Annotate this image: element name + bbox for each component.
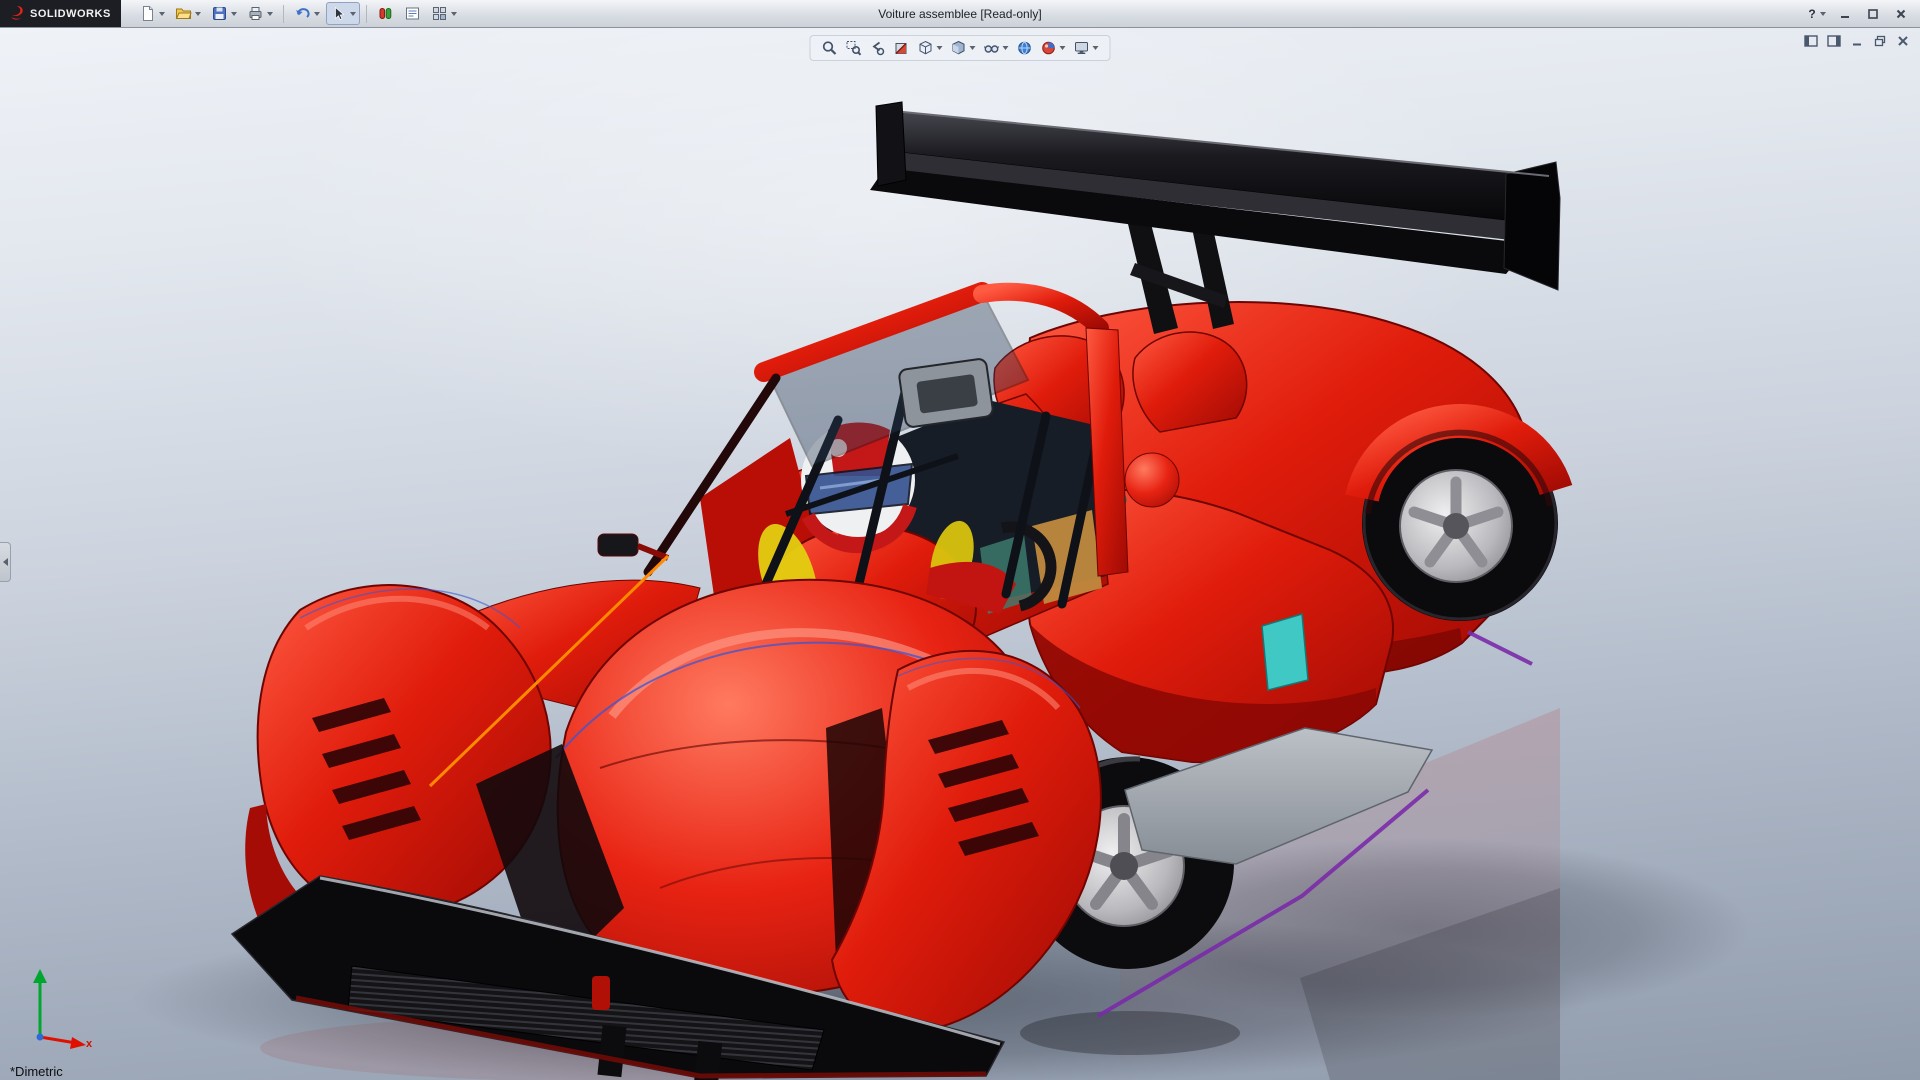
panel-right-button[interactable] bbox=[1825, 33, 1843, 49]
save-icon bbox=[212, 7, 226, 20]
dropdown-caret bbox=[158, 11, 165, 16]
maximize-button[interactable] bbox=[1862, 5, 1884, 23]
open-icon bbox=[175, 8, 192, 19]
print-button[interactable] bbox=[243, 2, 277, 25]
new-document-icon bbox=[142, 6, 153, 21]
print-icon bbox=[249, 7, 262, 20]
save-button[interactable] bbox=[207, 2, 241, 25]
close-button[interactable] bbox=[1890, 5, 1912, 23]
dropdown-caret bbox=[936, 46, 943, 50]
window-title: Voiture assemblee [Read-only] bbox=[878, 6, 1042, 21]
graphics-area[interactable]: x *Dimetric bbox=[0, 28, 1920, 1080]
select-tool-button[interactable] bbox=[325, 2, 360, 25]
previous-view-button[interactable] bbox=[868, 38, 888, 58]
window-controls: ? bbox=[1806, 5, 1920, 23]
close-icon bbox=[1896, 9, 1906, 18]
ds-logo-icon bbox=[11, 6, 23, 20]
zoom-to-area-button[interactable] bbox=[844, 38, 864, 58]
zoom-to-area-icon bbox=[846, 41, 862, 56]
headsup-view-toolbar bbox=[809, 35, 1111, 61]
apply-scene-icon bbox=[1018, 41, 1031, 55]
dropdown-caret bbox=[313, 11, 320, 16]
hide-show-items-icon bbox=[983, 45, 1000, 53]
triad-x-axis-label: x bbox=[86, 1038, 93, 1050]
view-orientation-button[interactable] bbox=[916, 38, 945, 58]
close-icon bbox=[1898, 36, 1908, 46]
panel-right-icon bbox=[1827, 35, 1841, 47]
dropdown-caret bbox=[969, 46, 976, 50]
minimize-icon bbox=[1841, 15, 1849, 18]
maximize-icon bbox=[1868, 8, 1878, 19]
toolbar-separator bbox=[365, 4, 367, 23]
dropdown-caret bbox=[230, 11, 237, 16]
dropdown-caret bbox=[1819, 11, 1826, 16]
dropdown-caret bbox=[1092, 46, 1099, 50]
open-button[interactable] bbox=[171, 2, 205, 25]
previous-view-icon bbox=[872, 41, 885, 56]
doc-close-button[interactable] bbox=[1894, 33, 1912, 49]
doc-minimize-button[interactable] bbox=[1848, 33, 1866, 49]
options-button[interactable] bbox=[427, 2, 461, 25]
brand-text: SOLIDWORKS bbox=[30, 7, 111, 20]
dropdown-caret bbox=[194, 11, 201, 16]
display-style-button[interactable] bbox=[949, 38, 978, 58]
main-toolbar bbox=[135, 2, 461, 25]
solidworks-window: SOLIDWORKS Voiture assemblee [Read-only]… bbox=[0, 0, 1920, 1080]
view-orientation-icon bbox=[919, 40, 932, 55]
section-view-button[interactable] bbox=[892, 38, 912, 58]
edit-color-button[interactable] bbox=[373, 2, 398, 25]
zoom-to-fit-icon bbox=[822, 41, 837, 55]
dropdown-caret bbox=[1002, 46, 1009, 50]
undo-icon bbox=[295, 8, 310, 18]
section-view-icon bbox=[895, 43, 907, 54]
panel-left-button[interactable] bbox=[1802, 33, 1820, 49]
view-settings-icon bbox=[1075, 42, 1088, 54]
minimize-icon bbox=[1853, 43, 1861, 46]
minimize-button[interactable] bbox=[1834, 5, 1856, 23]
edit-color-icon bbox=[379, 8, 392, 19]
zoom-to-fit-button[interactable] bbox=[820, 38, 840, 58]
dropdown-caret bbox=[450, 11, 457, 16]
panel-left-icon bbox=[1804, 35, 1818, 47]
new-document-button[interactable] bbox=[135, 2, 169, 25]
help-label: ? bbox=[1808, 6, 1816, 21]
apply-scene-button[interactable] bbox=[1015, 38, 1035, 58]
title-bar: SOLIDWORKS Voiture assemblee [Read-only]… bbox=[0, 0, 1920, 28]
options-grid-icon bbox=[432, 7, 446, 20]
chevron-left-icon bbox=[2, 558, 8, 566]
view-orientation-label: *Dimetric bbox=[10, 1064, 63, 1079]
help-button[interactable]: ? bbox=[1806, 5, 1828, 23]
undo-button[interactable] bbox=[290, 2, 324, 25]
panel-collapse-tab[interactable] bbox=[0, 542, 11, 582]
drawing-sheet-icon bbox=[405, 7, 419, 20]
view-settings-button[interactable] bbox=[1072, 38, 1101, 58]
edit-appearance-icon bbox=[1042, 41, 1055, 55]
dropdown-caret bbox=[1059, 46, 1066, 50]
display-style-icon bbox=[952, 40, 965, 55]
hide-show-items-button[interactable] bbox=[982, 38, 1011, 58]
document-window-controls bbox=[1802, 33, 1912, 49]
doc-restore-button[interactable] bbox=[1871, 33, 1889, 49]
restore-icon bbox=[1874, 35, 1886, 47]
drawing-sheet-button[interactable] bbox=[400, 2, 425, 25]
reference-triad[interactable] bbox=[14, 957, 114, 1052]
edit-appearance-button[interactable] bbox=[1039, 38, 1068, 58]
car-model bbox=[130, 101, 1750, 1080]
model-render[interactable] bbox=[0, 28, 1920, 1080]
select-cursor-icon bbox=[334, 6, 345, 21]
dropdown-caret bbox=[266, 11, 273, 16]
toolbar-separator bbox=[282, 4, 284, 23]
solidworks-logo: SOLIDWORKS bbox=[0, 0, 121, 27]
dropdown-caret bbox=[349, 11, 356, 16]
